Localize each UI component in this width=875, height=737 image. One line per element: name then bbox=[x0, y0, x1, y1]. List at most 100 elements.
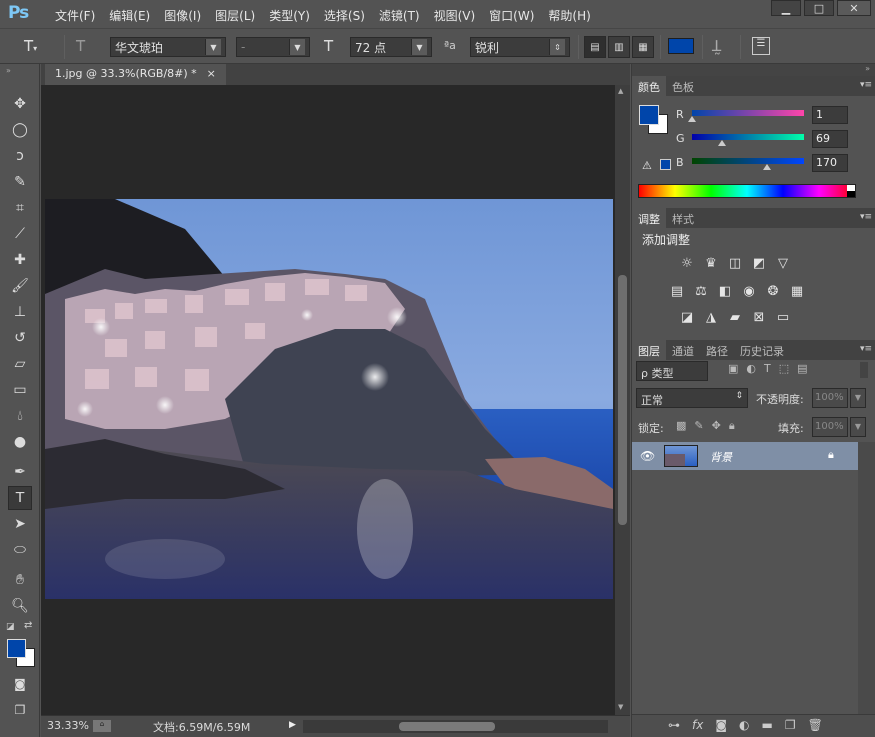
warp-text-icon[interactable]: ꓕ̰ bbox=[712, 37, 721, 57]
new-adjustment-icon[interactable]: ◐ bbox=[739, 718, 749, 732]
fill-input[interactable]: 100% bbox=[812, 417, 848, 437]
text-orientation-icon[interactable]: ꓔ bbox=[76, 37, 85, 57]
align-left-button[interactable]: ▤ bbox=[584, 36, 606, 58]
new-group-icon[interactable]: ▬ bbox=[761, 718, 772, 732]
hand-tool-icon[interactable]: ✋︎ bbox=[8, 568, 32, 592]
black-white-icon[interactable]: ◧ bbox=[716, 282, 734, 300]
lasso-tool-icon[interactable]: ↄ bbox=[8, 144, 32, 168]
canvas-area[interactable] bbox=[41, 85, 615, 715]
tab-adjustments[interactable]: 调整 bbox=[632, 208, 666, 228]
healing-brush-tool-icon[interactable]: ✚ bbox=[8, 248, 32, 272]
text-tool-preset-icon[interactable]: ꓔ▾ bbox=[24, 37, 37, 57]
menu-edit[interactable]: 编辑(E) bbox=[102, 7, 157, 24]
slider-r-knob[interactable] bbox=[688, 116, 697, 122]
color-balance-icon[interactable]: ⚖ bbox=[692, 282, 710, 300]
color-spectrum-bar[interactable] bbox=[638, 184, 856, 198]
screen-mode-icon[interactable]: ❐ bbox=[8, 698, 32, 722]
font-size-select[interactable]: 72 点 ▼ bbox=[350, 37, 432, 57]
add-mask-icon[interactable]: ◙ bbox=[715, 718, 727, 732]
menu-file[interactable]: 文件(F) bbox=[48, 7, 102, 24]
align-center-button[interactable]: ▥ bbox=[608, 36, 630, 58]
blur-tool-icon[interactable]: 💧︎ bbox=[8, 404, 32, 428]
align-right-button[interactable]: ▦ bbox=[632, 36, 654, 58]
color-lookup-icon[interactable]: ▦ bbox=[788, 282, 806, 300]
menu-filter[interactable]: 滤镜(T) bbox=[372, 7, 427, 24]
chevron-down-icon[interactable]: ▼ bbox=[850, 417, 866, 437]
exposure-icon[interactable]: ◩ bbox=[750, 254, 768, 272]
proof-icon[interactable]: ⌂ bbox=[93, 720, 111, 732]
scroll-up-icon[interactable]: ▲ bbox=[618, 87, 623, 95]
layer-name[interactable]: 背景 bbox=[710, 449, 732, 465]
tab-close-icon[interactable]: × bbox=[207, 67, 216, 82]
ellipse-shape-tool-icon[interactable]: ⬭ bbox=[8, 538, 32, 562]
maximize-button[interactable]: □ bbox=[804, 0, 834, 16]
lock-all-icon[interactable]: 🔒︎ bbox=[729, 419, 735, 433]
close-button[interactable]: ✕ bbox=[837, 0, 871, 16]
horizontal-scroll-thumb[interactable] bbox=[399, 722, 495, 731]
vertical-scroll-thumb[interactable] bbox=[618, 275, 627, 525]
panel-menu-icon[interactable]: ▾≡ bbox=[860, 212, 872, 222]
menu-image[interactable]: 图像(I) bbox=[157, 7, 208, 24]
tab-layers[interactable]: 图层 bbox=[632, 340, 666, 360]
marquee-tool-icon[interactable]: ◯ bbox=[8, 118, 32, 142]
color-panel-foreground-swatch[interactable] bbox=[639, 105, 659, 125]
slider-b-knob[interactable] bbox=[762, 164, 771, 170]
blend-mode-select[interactable]: 正常 ⇕ bbox=[636, 388, 748, 408]
brightness-icon[interactable]: ☼ bbox=[678, 254, 696, 272]
quick-mask-icon[interactable]: ◙ bbox=[8, 672, 32, 696]
foreground-color-swatch[interactable] bbox=[7, 639, 26, 658]
canvas-image[interactable] bbox=[45, 199, 613, 599]
delete-layer-icon[interactable]: 🗑︎ bbox=[808, 718, 823, 732]
selective-color-icon[interactable]: ⊠ bbox=[750, 308, 768, 326]
eraser-tool-icon[interactable]: ▱ bbox=[8, 352, 32, 376]
gradient-tool-icon[interactable]: ▭ bbox=[8, 378, 32, 402]
filter-smart-icon[interactable]: ▤ bbox=[797, 362, 807, 375]
pen-tool-icon[interactable]: ✒︎ bbox=[8, 460, 32, 484]
move-tool-icon[interactable]: ✥ bbox=[8, 92, 32, 116]
slider-r-value[interactable]: 1 bbox=[812, 106, 848, 124]
photo-filter-icon[interactable]: ◉ bbox=[740, 282, 758, 300]
slider-g-knob[interactable] bbox=[718, 140, 727, 146]
scroll-down-icon[interactable]: ▼ bbox=[618, 703, 623, 711]
panel-menu-icon[interactable]: ▾≡ bbox=[860, 80, 872, 90]
chevron-down-icon[interactable]: ▼ bbox=[850, 388, 866, 408]
curves-icon[interactable]: ◫ bbox=[726, 254, 744, 272]
slider-r-track[interactable] bbox=[692, 110, 804, 116]
menu-window[interactable]: 窗口(W) bbox=[482, 7, 541, 24]
menu-help[interactable]: 帮助(H) bbox=[541, 7, 597, 24]
path-selection-tool-icon[interactable]: ➤ bbox=[8, 512, 32, 536]
filter-pixel-icon[interactable]: ▣ bbox=[728, 362, 738, 375]
collapse-icon[interactable]: » bbox=[865, 64, 870, 73]
minimize-button[interactable]: ▁ bbox=[771, 0, 801, 16]
slider-b-track[interactable] bbox=[692, 158, 804, 164]
horizontal-scrollbar[interactable] bbox=[303, 720, 608, 733]
fx-icon[interactable]: fx bbox=[692, 718, 703, 732]
invert-icon[interactable]: ◪ bbox=[678, 308, 696, 326]
link-layers-icon[interactable]: ⊶ bbox=[668, 718, 680, 732]
menu-type[interactable]: 类型(Y) bbox=[262, 7, 317, 24]
zoom-tool-icon[interactable]: 🔍︎ bbox=[8, 594, 32, 618]
slider-g-value[interactable]: 69 bbox=[812, 130, 848, 148]
layers-scrollbar[interactable] bbox=[858, 442, 875, 714]
web-safe-swatch[interactable] bbox=[660, 159, 671, 170]
eyedropper-tool-icon[interactable]: ⟋ bbox=[8, 222, 32, 246]
filter-toggle[interactable] bbox=[860, 362, 868, 378]
text-color-swatch[interactable] bbox=[668, 38, 694, 54]
swap-colors-icon[interactable]: ⇄ bbox=[24, 620, 32, 631]
panel-menu-icon[interactable]: ▾≡ bbox=[860, 344, 872, 354]
history-brush-tool-icon[interactable]: ↺ bbox=[8, 326, 32, 350]
tab-swatches[interactable]: 色板 bbox=[666, 76, 700, 96]
antialias-select[interactable]: 锐利 ⇕ bbox=[470, 37, 570, 57]
menu-layer[interactable]: 图层(L) bbox=[208, 7, 262, 24]
quick-select-tool-icon[interactable]: ✎ bbox=[8, 170, 32, 194]
dodge-tool-icon[interactable]: ● bbox=[8, 430, 32, 454]
new-layer-icon[interactable]: ❐ bbox=[785, 718, 796, 732]
default-colors-icon[interactable]: ◪ bbox=[6, 622, 15, 632]
slider-b-value[interactable]: 170 bbox=[812, 154, 848, 172]
channel-mixer-icon[interactable]: ❂ bbox=[764, 282, 782, 300]
layer-visibility-eye-icon[interactable]: 👁︎ bbox=[640, 449, 655, 463]
filter-type-icon[interactable]: T bbox=[764, 362, 771, 375]
character-panel-icon[interactable]: ☰ bbox=[752, 37, 770, 55]
clone-stamp-tool-icon[interactable]: ⊥ bbox=[8, 300, 32, 324]
tab-styles[interactable]: 样式 bbox=[666, 208, 700, 228]
